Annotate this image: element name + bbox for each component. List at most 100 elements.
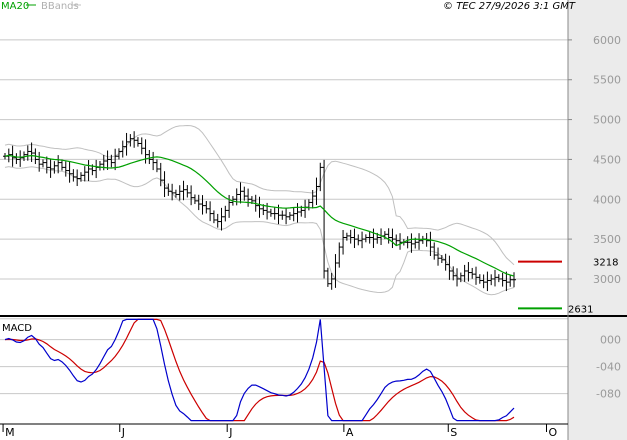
price-bar bbox=[470, 267, 475, 279]
price-bar bbox=[318, 162, 323, 192]
chart-stage: 6000 5500 5000 4500 4000 3500 3000 000 -040 -080 … bbox=[0, 0, 627, 440]
bbands-lower-line bbox=[4, 166, 515, 296]
price-bar bbox=[238, 182, 243, 204]
price-bar bbox=[341, 230, 346, 255]
price-bar bbox=[116, 148, 121, 160]
price-bar bbox=[162, 171, 167, 198]
price-bar bbox=[390, 228, 395, 249]
price-bar bbox=[143, 139, 148, 164]
price-bar bbox=[348, 229, 353, 244]
grid: 6000 5500 5000 4500 4000 3500 3000 000 -040 -080 bbox=[0, 0, 627, 440]
price-y-tick-label: 3500 bbox=[593, 233, 621, 246]
x-axis-label: S bbox=[450, 426, 457, 439]
price-bar bbox=[219, 207, 224, 231]
price-bar bbox=[363, 234, 368, 243]
bbands-upper-line bbox=[4, 124, 515, 266]
stock-chart: 6000550050004500400035003000000-040-080 … bbox=[0, 0, 627, 440]
price-bar bbox=[196, 194, 201, 211]
price-y-tick-label: 3000 bbox=[593, 273, 621, 286]
frame: MJJASO bbox=[0, 0, 627, 440]
macd-y-tick-label: 000 bbox=[600, 334, 621, 347]
price-bar bbox=[405, 236, 410, 249]
price-bar bbox=[63, 161, 68, 177]
x-axis-label: M bbox=[5, 426, 15, 439]
x-axis-label: O bbox=[549, 426, 558, 439]
price-bar bbox=[185, 185, 190, 198]
price-bar bbox=[512, 272, 516, 288]
price-bar bbox=[234, 188, 239, 206]
price-bar bbox=[409, 233, 414, 253]
price-bar bbox=[139, 137, 144, 155]
price-bar bbox=[489, 274, 494, 286]
price-bar bbox=[287, 212, 292, 220]
price-bar bbox=[367, 231, 372, 244]
price-bar bbox=[303, 199, 308, 218]
price-bar bbox=[493, 269, 498, 287]
legend-bbands: BBands bbox=[41, 1, 79, 12]
price-bar bbox=[94, 159, 99, 179]
price-bar bbox=[436, 247, 441, 266]
price-bar bbox=[386, 228, 391, 244]
price-bar bbox=[398, 233, 403, 250]
price-bar bbox=[14, 153, 19, 165]
price-bar bbox=[181, 180, 186, 201]
price-bar bbox=[268, 208, 273, 217]
price-bar bbox=[189, 185, 194, 206]
price-bar bbox=[246, 188, 251, 207]
price-y-tick-label: 5500 bbox=[593, 74, 621, 87]
price-y-tick-label: 4500 bbox=[593, 153, 621, 166]
price-bar bbox=[481, 274, 486, 289]
price-level-label: 2631 bbox=[568, 304, 593, 315]
price-bar bbox=[508, 275, 513, 287]
price-bar bbox=[371, 228, 376, 249]
price-bar bbox=[333, 254, 338, 288]
x-axis-label: A bbox=[346, 426, 354, 439]
price-bar bbox=[147, 150, 152, 165]
price-bar bbox=[158, 162, 163, 187]
macd-title: MACD bbox=[2, 323, 32, 334]
macd-lines bbox=[4, 318, 515, 422]
price-bar bbox=[474, 266, 479, 285]
price-bar bbox=[82, 166, 87, 182]
price-bar bbox=[325, 267, 330, 287]
price-bar bbox=[151, 151, 156, 171]
price-bar bbox=[314, 177, 319, 205]
price-bar bbox=[360, 231, 365, 249]
price-bar bbox=[135, 137, 140, 147]
axis-side-panel bbox=[568, 0, 627, 440]
price-bars bbox=[3, 131, 516, 292]
macd-signal-line bbox=[4, 318, 515, 422]
price-y-tick-label: 5000 bbox=[593, 114, 621, 127]
price-bar bbox=[295, 203, 300, 223]
price-bar bbox=[105, 150, 110, 170]
price-bar bbox=[25, 145, 30, 161]
price-bar bbox=[439, 255, 444, 264]
price-bar bbox=[67, 161, 72, 183]
price-bar bbox=[18, 150, 23, 167]
price-bar bbox=[48, 158, 53, 178]
price-bar bbox=[291, 207, 296, 222]
price-bar bbox=[284, 207, 289, 225]
price-level-label: 3218 bbox=[593, 258, 618, 269]
price-y-tick-label: 6000 bbox=[593, 34, 621, 47]
price-bar bbox=[208, 201, 213, 222]
price-bar bbox=[204, 201, 209, 214]
price-bar bbox=[417, 233, 422, 250]
price-bar bbox=[500, 272, 505, 287]
price-bar bbox=[242, 186, 247, 201]
price-bar bbox=[485, 271, 490, 292]
price-bar bbox=[177, 185, 182, 201]
x-axis-label: J bbox=[228, 426, 232, 439]
price-bar bbox=[200, 195, 205, 215]
price-bar bbox=[337, 242, 342, 268]
price-bar bbox=[496, 274, 501, 283]
legend-ma20: MA20 bbox=[1, 1, 29, 12]
price-bar bbox=[356, 234, 361, 246]
price-bar bbox=[257, 196, 262, 218]
macd-y-tick-label: -040 bbox=[596, 361, 621, 374]
price-bar bbox=[154, 159, 159, 173]
price-bar bbox=[40, 159, 45, 168]
price-bar bbox=[97, 161, 102, 171]
price-bar bbox=[86, 160, 91, 182]
price-bar bbox=[59, 159, 64, 171]
